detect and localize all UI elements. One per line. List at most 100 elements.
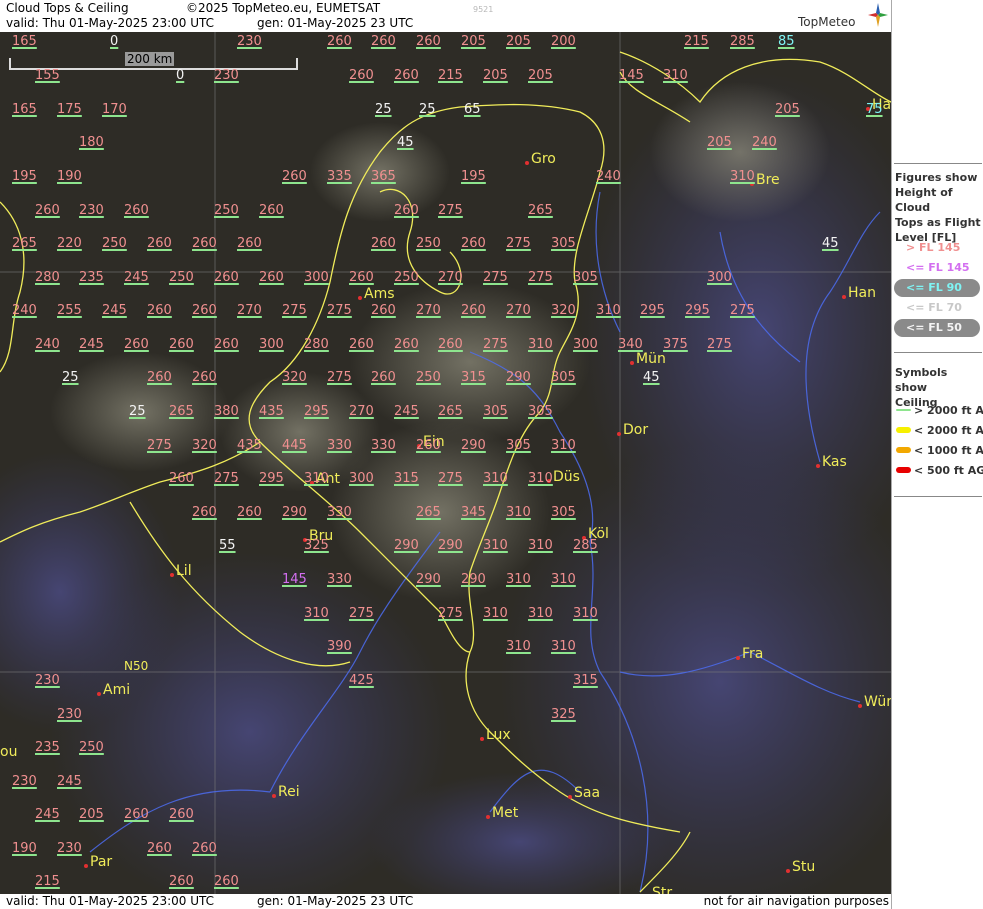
city-label: Mün (630, 351, 666, 367)
disclaimer: not for air navigation purposes (703, 894, 889, 908)
city-label: Par (84, 854, 112, 870)
logo-text: TopMeteo (798, 15, 856, 29)
city-label: Lil (170, 563, 192, 579)
flight-level-label: 255 (57, 303, 82, 318)
ceiling-symbol-icon (896, 447, 911, 453)
city-name: Met (492, 805, 519, 821)
city-label: Gro (525, 151, 556, 167)
flight-level-label: 245 (35, 807, 60, 822)
flight-level-label: 310 (551, 572, 576, 587)
flight-level-label: 260 (192, 841, 217, 856)
legend-title-line: Tops as Flight (895, 216, 981, 229)
city-name: Str (652, 885, 673, 894)
flight-level-label: 290 (394, 538, 419, 553)
flight-level-label: 290 (461, 438, 486, 453)
symbols-title-line: Symbols show (895, 366, 948, 394)
flight-level-label: 190 (57, 169, 82, 184)
flight-level-label: 260 (192, 370, 217, 385)
flight-level-label: 330 (327, 572, 352, 587)
flight-level-label: 270 (237, 303, 262, 318)
flight-level-label: 25 (129, 404, 146, 419)
flight-level-label: 305 (573, 270, 598, 285)
flight-level-label: 170 (102, 102, 127, 117)
city-label: Saa (568, 785, 600, 801)
flight-level-label: 260 (124, 203, 149, 218)
city-name: Han (848, 285, 876, 301)
flight-level-label: 45 (822, 236, 839, 251)
city-name: Kas (822, 454, 847, 470)
flight-level-label: 240 (752, 135, 777, 150)
flight-level-label: 260 (259, 203, 284, 218)
legend-title-line: Figures show (895, 171, 978, 184)
flight-level-label: 265 (12, 236, 37, 251)
flight-level-label: 230 (79, 203, 104, 218)
flight-level-label: 325 (304, 538, 329, 553)
city-name: Lux (486, 727, 511, 743)
flight-level-label: 320 (192, 438, 217, 453)
flight-level-label: 260 (461, 236, 486, 251)
flight-level-label: 175 (57, 102, 82, 117)
flight-level-label: 75 (866, 102, 883, 117)
city-name: ou (0, 744, 18, 760)
flight-level-label: 230 (57, 841, 82, 856)
flight-level-label: 300 (707, 270, 732, 285)
flight-level-label: 435 (237, 438, 262, 453)
flight-level-label: 260 (169, 471, 194, 486)
flight-level-label: 245 (57, 774, 82, 789)
city-name: Lil (176, 563, 192, 579)
flight-level-label: 230 (35, 673, 60, 688)
flight-level-label: 205 (528, 68, 553, 83)
flight-level-label: 260 (192, 505, 217, 520)
flight-level-label: 285 (730, 34, 755, 49)
legend-panel: Figures show Height of Cloud Tops as Fli… (891, 0, 983, 909)
cloud-map[interactable]: 200 km N50 Ams Gro Bre Han Mün Dor Ein Düs Ant Ka… (0, 32, 891, 894)
fl-legend-label: <= FL 50 (906, 321, 962, 334)
flight-level-label: 275 (483, 337, 508, 352)
flight-level-label: 310 (528, 538, 553, 553)
flight-level-label: 280 (304, 337, 329, 352)
flight-level-label: 180 (79, 135, 104, 150)
flight-level-label: 275 (438, 203, 463, 218)
flight-level-label: 315 (461, 370, 486, 385)
flight-level-label: 0 (110, 34, 119, 49)
flight-level-label: 300 (349, 471, 374, 486)
flight-level-label: 260 (147, 370, 172, 385)
flight-level-label: 305 (528, 404, 553, 419)
flight-level-label: 295 (259, 471, 284, 486)
flight-level-label: 260 (147, 303, 172, 318)
flight-level-label: 205 (506, 34, 531, 49)
city-name: Düs (553, 469, 580, 485)
flight-level-label: 275 (147, 438, 172, 453)
flight-level-label: 230 (237, 34, 262, 49)
flight-level-label: 260 (124, 337, 149, 352)
flight-level-label: 195 (461, 169, 486, 184)
flight-level-label: 435 (259, 404, 284, 419)
city-name: Fra (742, 646, 764, 662)
flight-level-label: 260 (416, 438, 441, 453)
flight-level-label: 305 (551, 236, 576, 251)
flight-level-label: 310 (304, 471, 329, 486)
city-label: Wür (858, 694, 891, 710)
city-name: Dor (623, 422, 649, 438)
city-label: Bre (750, 172, 780, 188)
flight-level-label: 250 (79, 740, 104, 755)
generated-time: gen: 01-May-2025 23 UTC (257, 16, 414, 30)
city-marker-icon (480, 737, 484, 741)
image-number: 9521 (473, 5, 494, 14)
fl-legend-label: <= FL 145 (906, 261, 970, 274)
topmeteo-logo[interactable]: TopMeteo (798, 3, 890, 31)
flight-level-label: 55 (219, 538, 236, 553)
flight-level-label: 285 (573, 538, 598, 553)
compass-star-icon (868, 3, 888, 27)
flight-level-label: 290 (506, 370, 531, 385)
city-marker-icon (617, 432, 621, 436)
flight-level-label: 215 (35, 874, 60, 889)
flight-level-label: 310 (528, 337, 553, 352)
flight-level-label: 275 (528, 270, 553, 285)
flight-level-label: 260 (394, 203, 419, 218)
ceiling-legend-item: < 2000 ft AGL (894, 423, 983, 439)
valid-time: valid: Thu 01-May-2025 23:00 UTC (6, 16, 215, 30)
flight-level-label: 250 (102, 236, 127, 251)
flight-level-label: 245 (79, 337, 104, 352)
flight-level-label: 240 (35, 337, 60, 352)
